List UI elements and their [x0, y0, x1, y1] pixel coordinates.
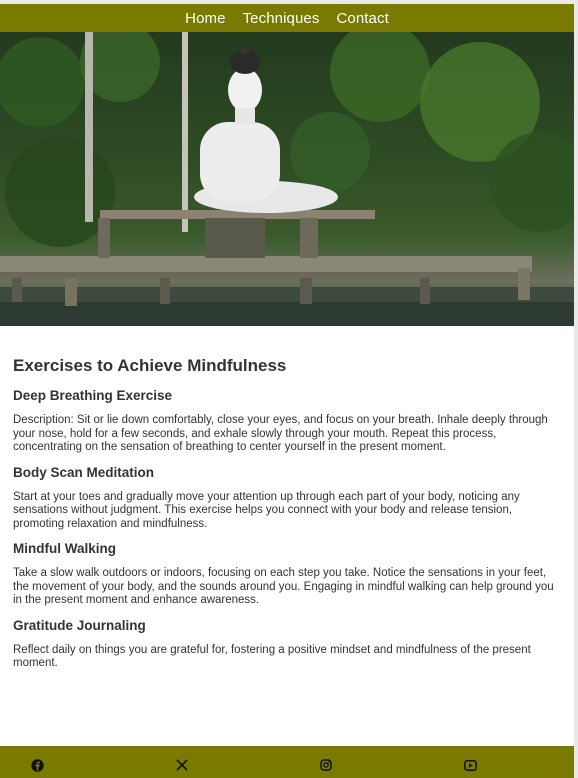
- section-heading-mindful-walking: Mindful Walking: [13, 541, 116, 556]
- facebook-icon[interactable]: [30, 758, 44, 772]
- hero-image: [0, 32, 574, 326]
- top-navbar: Home Techniques Contact: [0, 4, 574, 32]
- nav-link-techniques[interactable]: Techniques: [243, 10, 320, 27]
- section-heading-gratitude-journaling: Gratitude Journaling: [13, 617, 146, 633]
- main-content: Exercises to Achieve Mindfulness Deep Br…: [0, 326, 574, 671]
- youtube-icon[interactable]: [463, 758, 477, 772]
- section-text-body-scan: Start at your toes and gradually move yo…: [13, 490, 520, 530]
- section-text-mindful-walking: Take a slow walk outdoors or indoors, fo…: [13, 567, 554, 606]
- section-text-deep-breathing: Description: Sit or lie down comfortably…: [13, 414, 548, 453]
- page-title: Exercises to Achieve Mindfulness: [13, 356, 287, 375]
- section-heading-body-scan: Body Scan Meditation: [13, 464, 155, 480]
- nav-link-contact[interactable]: Contact: [336, 10, 388, 27]
- footer: [0, 746, 574, 778]
- page: Home Techniques Contact Exercises to Ach…: [0, 0, 574, 778]
- section-heading-deep-breathing: Deep Breathing Exercise: [13, 388, 173, 403]
- nav-link-home[interactable]: Home: [185, 10, 225, 27]
- section-text-gratitude-journaling: Reflect daily on things you are grateful…: [13, 643, 531, 670]
- x-twitter-icon[interactable]: [175, 758, 189, 772]
- buddha-statue-illustration: [0, 32, 574, 326]
- instagram-icon[interactable]: [319, 758, 333, 772]
